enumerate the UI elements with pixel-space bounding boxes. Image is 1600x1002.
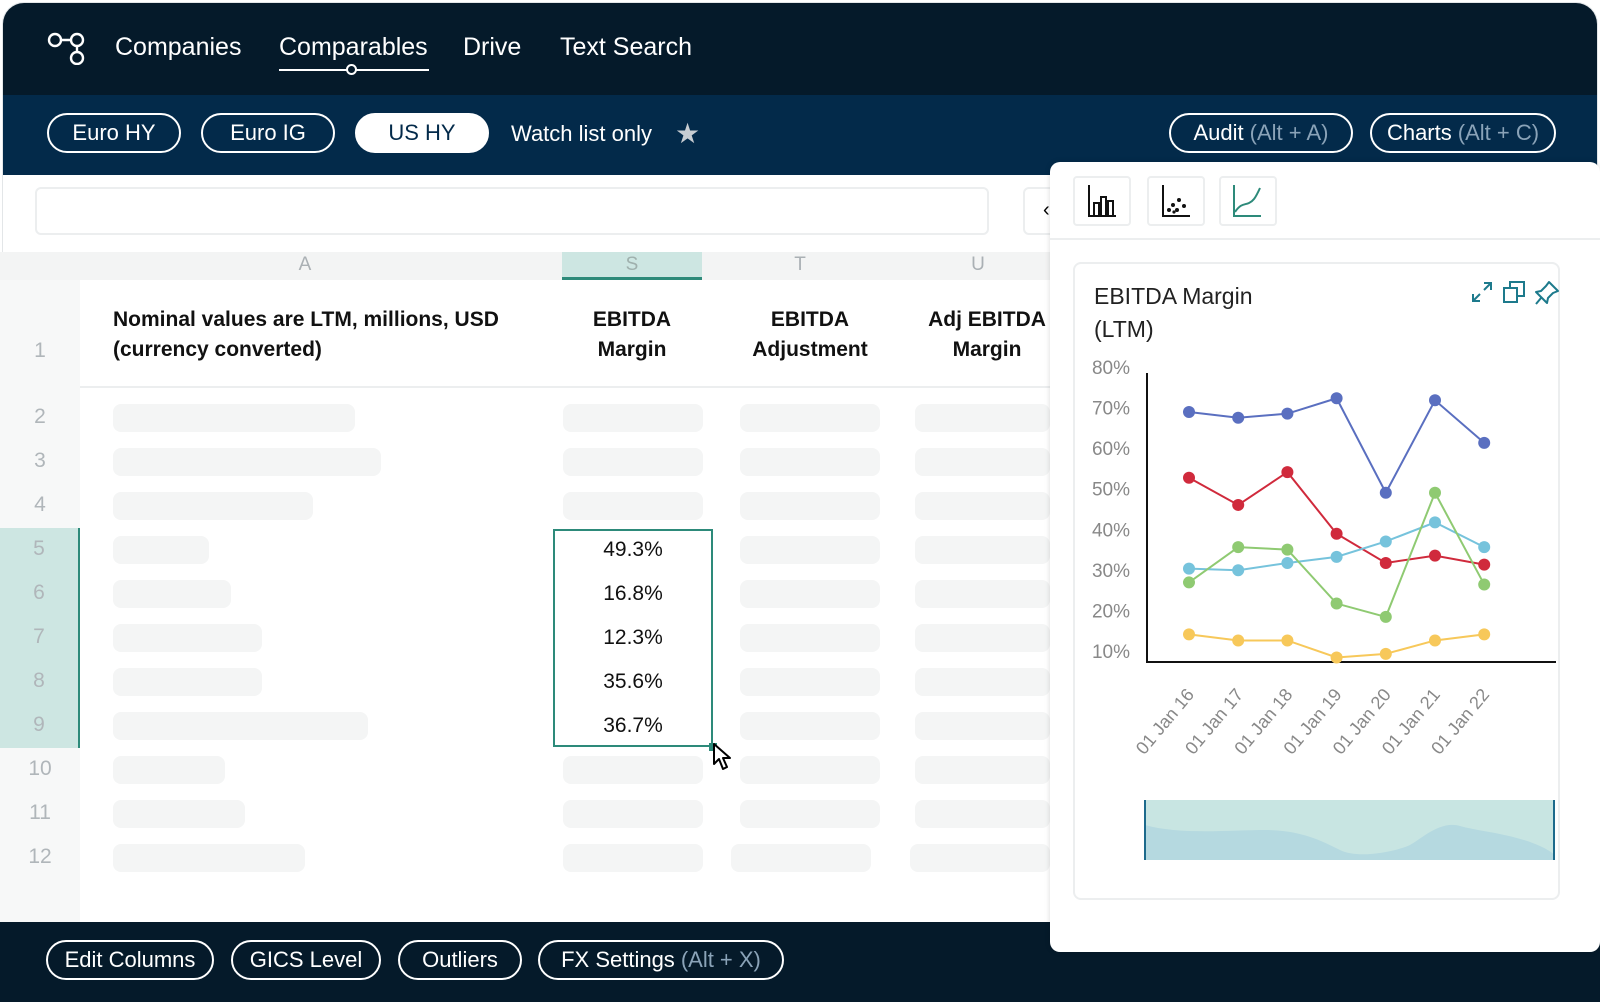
data-point — [1379, 486, 1392, 499]
data-point — [1429, 486, 1441, 499]
data-point — [1330, 527, 1343, 540]
data-point — [1183, 406, 1195, 419]
data-point — [1478, 578, 1491, 591]
data-point — [1232, 564, 1245, 577]
data-point — [1330, 392, 1343, 405]
data-point — [1232, 498, 1245, 511]
data-point — [1330, 597, 1343, 610]
y-tick-label: 30% — [1092, 561, 1130, 582]
data-point — [1232, 411, 1245, 424]
data-point — [1478, 558, 1491, 571]
data-point — [1330, 651, 1343, 664]
data-point — [1379, 610, 1392, 623]
line-chart: 80%70%60%50%40%30%20%10%01 Jan 1601 Jan … — [1092, 358, 1556, 860]
data-point — [1281, 407, 1294, 420]
data-point — [1281, 543, 1294, 556]
data-point — [1429, 394, 1441, 407]
y-tick-label: 20% — [1092, 601, 1130, 622]
data-point — [1478, 541, 1491, 554]
data-point — [1281, 634, 1294, 647]
navigator-right-handle[interactable] — [1553, 800, 1555, 860]
y-tick-label: 10% — [1092, 642, 1130, 663]
y-tick-label: 40% — [1092, 520, 1130, 541]
navigator-left-handle[interactable] — [1144, 800, 1146, 860]
data-point — [1330, 550, 1343, 563]
data-point — [1379, 556, 1392, 569]
data-point — [1429, 634, 1441, 647]
series-line — [1188, 397, 1485, 495]
data-point — [1379, 647, 1392, 660]
data-point — [1183, 628, 1195, 641]
data-point — [1478, 628, 1491, 641]
data-point — [1429, 516, 1441, 529]
y-tick-label: 50% — [1092, 480, 1130, 501]
data-point — [1429, 549, 1441, 562]
data-point — [1183, 471, 1195, 484]
data-point — [1478, 436, 1491, 449]
data-point — [1183, 576, 1195, 589]
data-point — [1281, 466, 1294, 479]
data-point — [1183, 562, 1195, 575]
data-point — [1281, 556, 1294, 569]
y-tick-label: 60% — [1092, 439, 1130, 460]
y-tick-label: 80% — [1092, 358, 1130, 379]
data-point — [1379, 535, 1392, 548]
data-point — [1232, 634, 1245, 647]
data-point — [1232, 541, 1245, 554]
y-tick-label: 70% — [1092, 399, 1130, 420]
